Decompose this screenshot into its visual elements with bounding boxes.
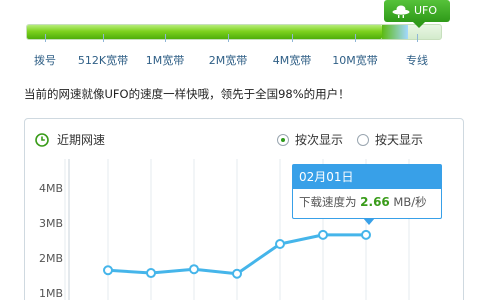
speed-tier-tick	[355, 34, 356, 42]
speed-meter	[0, 20, 480, 44]
speed-tier-tick	[228, 34, 229, 42]
recent-speed-panel: 1MB 2MB 3MB 4MB 近期网速 按次显示 按天显示 02月01日 下载速度为…	[24, 118, 464, 300]
view-by-day-label: 按天显示	[375, 133, 424, 147]
radio-unchecked-icon[interactable]	[357, 133, 370, 146]
panel-title-label: 近期网速	[57, 133, 106, 147]
speed-tier-tick	[165, 34, 166, 42]
tooltip-prefix: 下载速度为	[299, 195, 357, 209]
y-tick-label: 3MB	[39, 217, 63, 230]
data-point[interactable]	[103, 265, 113, 276]
data-point[interactable]	[318, 229, 328, 240]
speed-tier-tick	[45, 34, 46, 42]
radio-checked-icon[interactable]	[277, 133, 289, 146]
speed-tier-tick	[292, 34, 293, 42]
tooltip-value: 2.66	[360, 195, 390, 209]
y-tick-label: 4MB	[39, 182, 63, 195]
ufo-badge-label: UFO	[414, 4, 438, 17]
speed-tier-label: 专线	[406, 54, 428, 67]
speed-tier-label: 拨号	[34, 54, 56, 67]
data-point-tooltip: 02月01日 下载速度为 2.66 MB/秒	[292, 164, 442, 225]
view-by-count-option[interactable]: 按次显示	[277, 131, 343, 148]
tooltip-unit: MB/秒	[393, 195, 427, 209]
y-tick-label: 1MB	[39, 287, 63, 300]
speed-tier-labels: 拨号 512K宽带 1M宽带 2M宽带 4M宽带 10M宽带 专线	[0, 52, 480, 68]
data-point[interactable]	[232, 268, 242, 279]
speed-tier-label: 4M宽带	[272, 54, 312, 67]
tooltip-body: 下载速度为 2.66 MB/秒	[293, 189, 441, 215]
clock-icon	[35, 132, 49, 147]
view-by-day-option[interactable]: 按天显示	[357, 131, 423, 148]
speed-tier-label: 2M宽带	[208, 54, 248, 67]
tooltip-date: 02月01日	[293, 165, 441, 189]
view-by-count-label: 按次显示	[295, 133, 344, 147]
ufo-icon	[392, 5, 410, 18]
speed-tier-label: 1M宽带	[145, 54, 185, 67]
speed-meter-fill	[27, 25, 408, 39]
speed-tier-label: 512K宽带	[77, 54, 129, 67]
speed-tier-tick	[103, 34, 104, 42]
speed-tier-label: 10M宽带	[332, 54, 378, 67]
data-point[interactable]	[146, 268, 156, 279]
y-tick-label: 2MB	[39, 252, 63, 265]
highlighted-data-point[interactable]	[361, 229, 371, 240]
ufo-speed-badge: UFO	[384, 0, 450, 28]
speed-tier-tick	[417, 34, 418, 42]
data-point[interactable]	[275, 239, 285, 249]
view-mode-options: 按次显示 按天显示	[277, 131, 437, 148]
panel-title: 近期网速	[35, 131, 105, 148]
speed-summary-text: 当前的网速就像UFO的速度一样快哦，领先于全国98%的用户！	[24, 87, 350, 101]
data-point[interactable]	[189, 264, 199, 275]
